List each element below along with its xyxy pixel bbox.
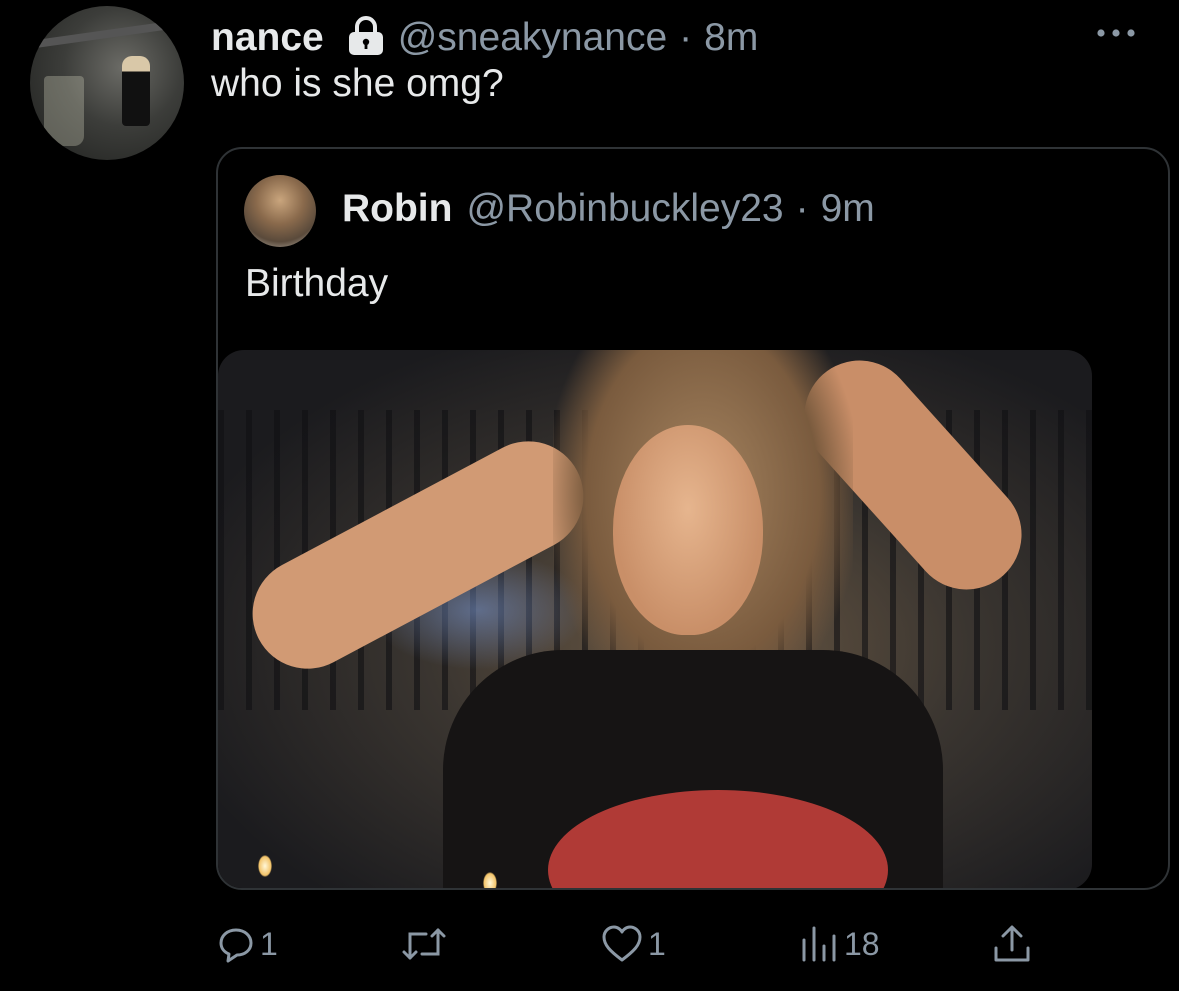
meta-separator: · — [679, 16, 693, 59]
tweet-timestamp[interactable]: 8m — [704, 16, 758, 60]
quoted-author-avatar[interactable] — [244, 175, 316, 247]
heart-icon — [602, 925, 642, 962]
avatar-figure — [122, 56, 150, 126]
retweet-icon — [402, 928, 446, 960]
photo-face — [613, 425, 763, 635]
share-icon — [994, 925, 1030, 962]
quoted-tweet-card[interactable]: Robin @Robinbuckley23 · 9m Birthday — [216, 147, 1170, 890]
reply-icon — [219, 928, 253, 963]
quoted-tweet-photo[interactable] — [218, 350, 1092, 888]
share-button[interactable] — [992, 920, 1032, 968]
quoted-tweet-header: Robin @Robinbuckley23 · 9m — [342, 185, 875, 233]
views-chart-icon — [802, 926, 836, 962]
quoted-meta-separator: · — [795, 187, 809, 230]
reply-button[interactable]: 1 — [216, 920, 278, 968]
views-button[interactable]: 18 — [800, 920, 880, 968]
photo-candle — [258, 855, 272, 877]
like-button[interactable]: 1 — [600, 920, 666, 968]
reply-count: 1 — [260, 925, 278, 962]
quoted-author-name[interactable]: Robin — [342, 187, 452, 231]
tweet-action-bar: 1 1 18 — [0, 920, 1179, 968]
avatar-bg-detail — [30, 19, 184, 49]
photo-candle — [483, 872, 497, 888]
tweet-text: who is she omg? — [211, 62, 504, 105]
quoted-tweet-timestamp[interactable]: 9m — [821, 187, 875, 231]
tweet-header: nance @sneakynance · 8m — [211, 14, 758, 62]
retweet-button[interactable] — [400, 920, 448, 968]
quoted-author-handle[interactable]: @Robinbuckley23 — [466, 187, 783, 231]
lock-icon — [344, 16, 388, 56]
quoted-tweet-text: Birthday — [245, 262, 389, 305]
view-count: 18 — [844, 925, 880, 962]
like-count: 1 — [648, 925, 666, 962]
author-name[interactable]: nance — [211, 16, 324, 60]
author-avatar[interactable] — [30, 6, 184, 160]
avatar-glass — [44, 76, 84, 146]
author-handle[interactable]: @sneakynance — [398, 16, 667, 60]
more-icon[interactable] — [1094, 24, 1138, 42]
